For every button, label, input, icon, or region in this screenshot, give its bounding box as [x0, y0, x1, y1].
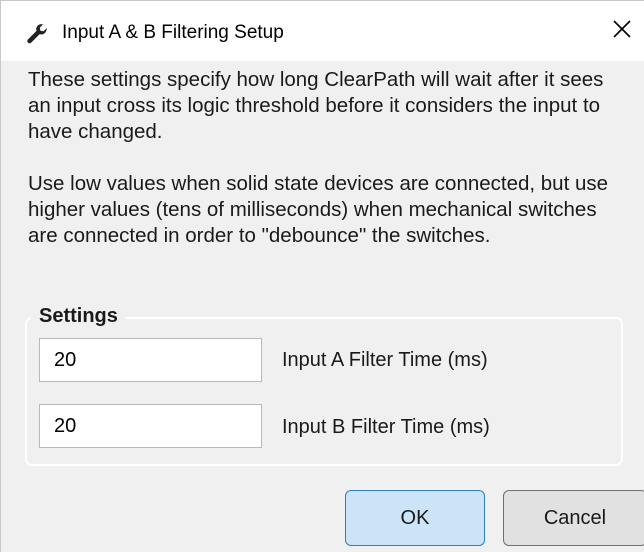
description-paragraph-2: Use low values when solid state devices …: [28, 172, 609, 247]
filtering-setup-dialog: Input A & B Filtering Setup These settin…: [0, 0, 644, 552]
settings-group-label: Settings: [31, 302, 126, 330]
description-text: These settings specify how long ClearPat…: [28, 67, 628, 249]
title-bar[interactable]: Input A & B Filtering Setup: [1, 1, 644, 61]
input-a-filter-time-field[interactable]: [39, 338, 262, 382]
close-icon: [612, 19, 632, 44]
close-button[interactable]: [599, 1, 644, 61]
input-b-filter-time-label: Input B Filter Time (ms): [282, 416, 490, 438]
wrench-icon: [26, 24, 48, 46]
window-title: Input A & B Filtering Setup: [62, 22, 284, 43]
input-b-filter-time-field[interactable]: [39, 404, 262, 448]
input-a-filter-time-label: Input A Filter Time (ms): [282, 349, 488, 371]
cancel-button[interactable]: Cancel: [503, 490, 644, 546]
ok-button[interactable]: OK: [345, 490, 485, 546]
description-paragraph-1: These settings specify how long ClearPat…: [28, 68, 604, 143]
